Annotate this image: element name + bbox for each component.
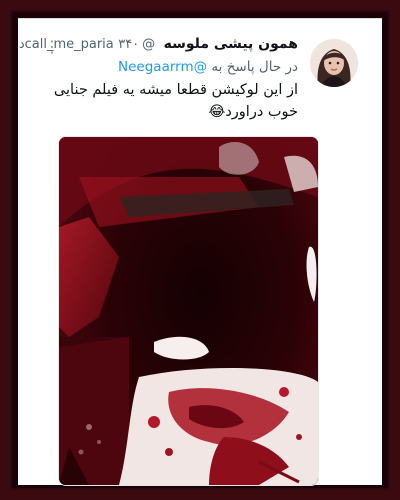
display-name[interactable]: همون پیشی ملوسه bbox=[164, 36, 298, 52]
avatar[interactable] bbox=[310, 39, 358, 87]
reply-context: در حال پاسخ به @Neegaarrm bbox=[32, 57, 298, 77]
tweet-card[interactable]: ⋮ همون پیشی ملوسه @call_me_paria ۳۴۰د در… bbox=[18, 18, 382, 486]
tweet-media-image[interactable] bbox=[58, 136, 319, 486]
reply-prefix: در حال پاسخ به bbox=[211, 59, 298, 75]
tweet-text: از این لوکیشن قطعا میشه یه فیلم جنایی خو… bbox=[53, 82, 298, 120]
reply-mention-link[interactable]: @Neegaarrm bbox=[118, 59, 207, 75]
tweet-header: همون پیشی ملوسه @call_me_paria ۳۴۰د bbox=[19, 33, 298, 56]
